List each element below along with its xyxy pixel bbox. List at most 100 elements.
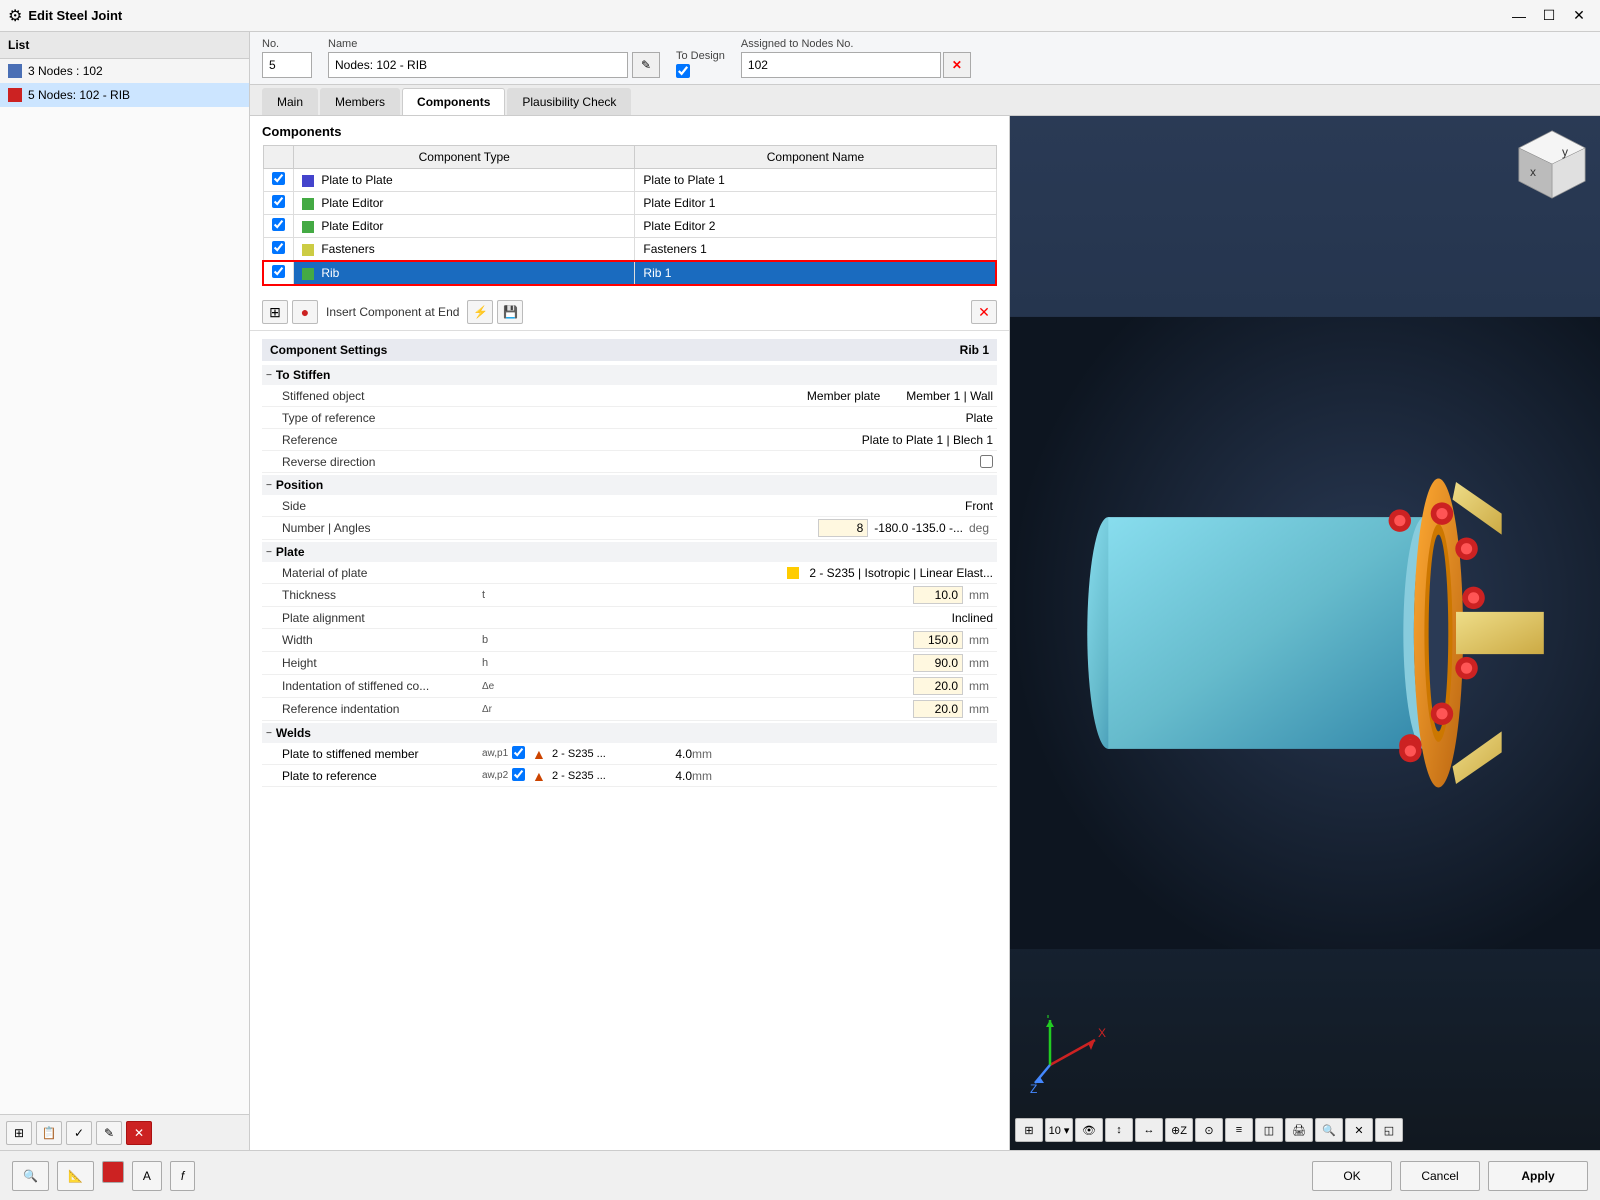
weld-row-2: Plate to reference aw,p2 ▲ 2 - S235 ... …	[262, 765, 997, 787]
comp-checkbox-5[interactable]	[272, 265, 285, 278]
val-member-plate: Member plate	[807, 389, 880, 403]
symbol-thickness: t	[482, 589, 512, 601]
vp-btn-13[interactable]: ◱	[1375, 1118, 1403, 1142]
row-side: Side Front	[262, 495, 997, 517]
insert-before-button[interactable]: ⊞	[262, 300, 288, 324]
table-row[interactable]: Plate Editor Plate Editor 1	[263, 192, 996, 215]
unit-ref-indentation: mm	[969, 702, 993, 716]
vp-btn-9[interactable]: ◫	[1255, 1118, 1283, 1142]
vp-btn-5[interactable]: ↔	[1135, 1118, 1163, 1142]
insert-after-button[interactable]: ●	[292, 300, 318, 324]
app-icon: ⚙	[8, 6, 22, 26]
table-row[interactable]: Fasteners Fasteners 1	[263, 238, 996, 262]
weld-cb-1	[512, 746, 532, 762]
label-type-ref: Type of reference	[282, 411, 482, 425]
vp-btn-11[interactable]: 🔍	[1315, 1118, 1343, 1142]
row-check-1[interactable]	[263, 169, 294, 192]
weld-check-2[interactable]	[512, 768, 525, 781]
close-button[interactable]: ✕	[1566, 5, 1592, 27]
row-thickness: Thickness t 10.0 mm	[262, 584, 997, 607]
cancel-button[interactable]: Cancel	[1400, 1161, 1480, 1191]
list-item[interactable]: 3 Nodes : 102	[0, 59, 249, 83]
tab-members[interactable]: Members	[320, 88, 400, 115]
group-plate-header[interactable]: − Plate	[262, 542, 997, 562]
row-check-2[interactable]	[263, 192, 294, 215]
weld-unit-2: mm	[692, 769, 716, 783]
apply-button[interactable]: Apply	[1488, 1161, 1588, 1191]
svg-text:Z: Z	[1030, 1082, 1037, 1095]
search-button[interactable]: 🔍	[12, 1161, 49, 1191]
vp-btn-12[interactable]: ✕	[1345, 1118, 1373, 1142]
comp-checkbox-3[interactable]	[272, 218, 285, 231]
label-reference: Reference	[282, 433, 482, 447]
comp-checkbox-4[interactable]	[272, 241, 285, 254]
viewport[interactable]: y x X Y Z	[1010, 116, 1600, 1150]
bottom-bar: 🔍 📐 A f OK Cancel Apply	[0, 1150, 1600, 1200]
settings-button[interactable]: ⚡	[467, 300, 493, 324]
row-check-5[interactable]	[263, 261, 294, 285]
right-area: No. Name ✎ To Design Assigned to Nodes N…	[250, 32, 1600, 1150]
vp-btn-1[interactable]: ⊞	[1015, 1118, 1043, 1142]
list-item-color-2	[8, 88, 22, 102]
minimize-button[interactable]: —	[1506, 5, 1532, 27]
vp-btn-3[interactable]: 👁	[1075, 1118, 1103, 1142]
delete-left-button[interactable]: ✕	[126, 1121, 152, 1145]
val-plate: Plate	[966, 411, 993, 425]
no-input[interactable]	[262, 52, 312, 78]
comp-settings-title: Component Settings	[270, 343, 387, 357]
unit-width: mm	[969, 633, 993, 647]
assigned-input[interactable]	[741, 52, 941, 78]
row-name-5: Rib 1	[635, 261, 996, 285]
axis-indicator: X Y Z	[1030, 1015, 1110, 1095]
check-button[interactable]: ✓	[66, 1121, 92, 1145]
save-comp-button[interactable]: 💾	[497, 300, 523, 324]
measure-button[interactable]: 📐	[57, 1161, 94, 1191]
vp-btn-6[interactable]: ⊕Z	[1165, 1118, 1193, 1142]
label-height: Height	[282, 656, 482, 670]
table-row-selected[interactable]: Rib Rib 1	[263, 261, 996, 285]
red-square-button[interactable]	[102, 1161, 124, 1183]
row-check-3[interactable]	[263, 215, 294, 238]
maximize-button[interactable]: ☐	[1536, 5, 1562, 27]
reverse-checkbox[interactable]	[980, 455, 993, 468]
formula-button[interactable]: f	[170, 1161, 195, 1191]
tab-components[interactable]: Components	[402, 88, 505, 115]
tab-plausibility[interactable]: Plausibility Check	[507, 88, 631, 115]
table-row[interactable]: Plate to Plate Plate to Plate 1	[263, 169, 996, 192]
text-button[interactable]: A	[132, 1161, 162, 1191]
tab-main[interactable]: Main	[262, 88, 318, 115]
to-design-checkbox[interactable]	[676, 64, 690, 78]
vp-btn-10[interactable]: 🖨	[1285, 1118, 1313, 1142]
val-angles-text: -180.0 -135.0 -...	[874, 521, 963, 535]
viewport-cube[interactable]: y x	[1515, 126, 1590, 204]
val-ref-indentation: 20.0	[913, 700, 963, 718]
weld-check-1[interactable]	[512, 746, 525, 759]
group-welds-header[interactable]: − Welds	[262, 723, 997, 743]
row-check-4[interactable]	[263, 238, 294, 262]
vp-btn-2[interactable]: 10 ▾	[1045, 1118, 1073, 1142]
comp-checkbox-1[interactable]	[272, 172, 285, 185]
delete-comp-button[interactable]: ✕	[971, 300, 997, 324]
row-type-3: Plate Editor	[294, 215, 635, 238]
group-to-stiffen-header[interactable]: − To Stiffen	[262, 365, 997, 385]
name-input[interactable]	[328, 52, 628, 78]
assigned-clear-button[interactable]: ✕	[943, 52, 971, 78]
vp-btn-8[interactable]: ≡	[1225, 1118, 1253, 1142]
name-edit-button[interactable]: ✎	[632, 52, 660, 78]
group-position-header[interactable]: − Position	[262, 475, 997, 495]
to-design-checkbox-group	[676, 64, 725, 78]
comp-checkbox-2[interactable]	[272, 195, 285, 208]
table-row[interactable]: Plate Editor Plate Editor 2	[263, 215, 996, 238]
vp-btn-7[interactable]: ⊙	[1195, 1118, 1223, 1142]
row-reference: Reference Plate to Plate 1 | Blech 1	[262, 429, 997, 451]
edit-button[interactable]: ✎	[96, 1121, 122, 1145]
no-group: No.	[262, 38, 312, 78]
copy-item-button[interactable]: 📋	[36, 1121, 62, 1145]
ok-button[interactable]: OK	[1312, 1161, 1392, 1191]
content-area: Components Component Type Component Name	[250, 116, 1600, 1150]
list-item-selected[interactable]: 5 Nodes: 102 - RIB	[0, 83, 249, 107]
vp-btn-4[interactable]: ↕	[1105, 1118, 1133, 1142]
row-width: Width b 150.0 mm	[262, 629, 997, 652]
add-item-button[interactable]: ⊞	[6, 1121, 32, 1145]
row-name-3: Plate Editor 2	[635, 215, 996, 238]
